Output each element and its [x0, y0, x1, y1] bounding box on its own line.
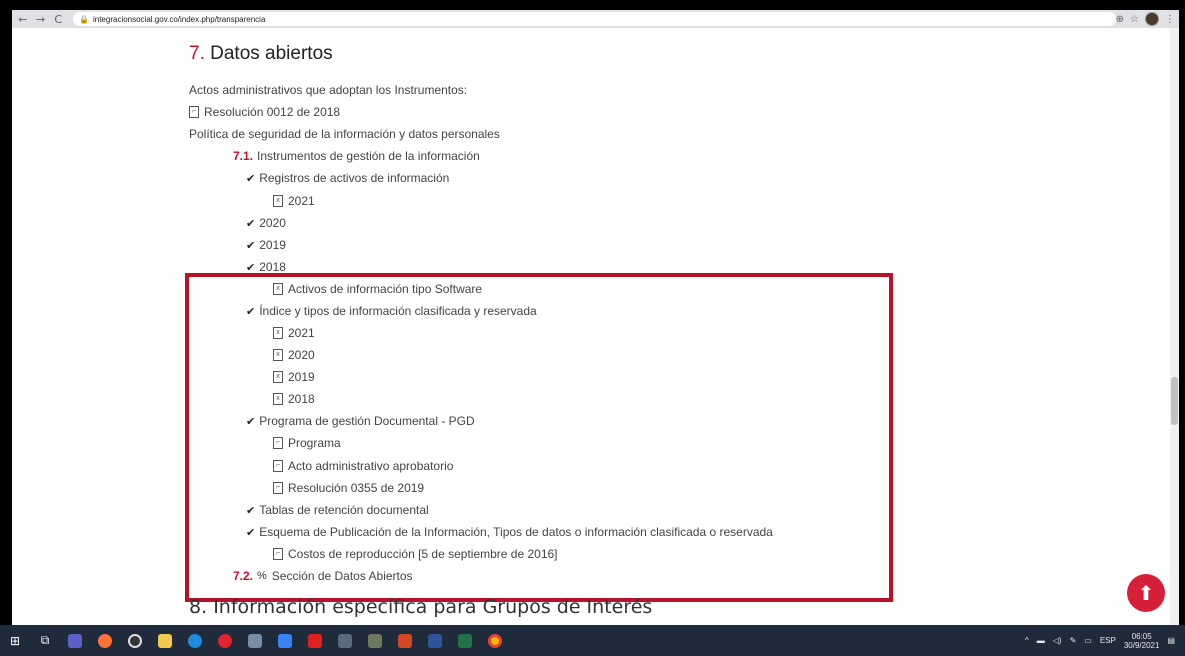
list-item[interactable]: ✔ 2020 [246, 216, 286, 230]
next-section-title: Información específica para Grupos de In… [213, 596, 653, 618]
arrow-up-icon: ⬆ [1137, 581, 1155, 605]
app-icon-word[interactable] [424, 633, 446, 649]
list-item[interactable]: ⌐ Resolución 0012 de 2018 [189, 105, 340, 119]
pdf-file-icon: ⌐ [189, 106, 199, 118]
list-item: Política de seguridad de la información … [189, 127, 500, 141]
app-icon-calc[interactable] [334, 633, 356, 649]
highlight-box [185, 273, 893, 602]
display-icon[interactable]: ▭ [1084, 636, 1092, 645]
next-section-number: 8. [189, 596, 208, 618]
list-item[interactable]: ✔ Registros de activos de información [246, 171, 449, 185]
toolbar-actions: ⊕ ☆ ⋮ [1116, 12, 1175, 26]
app-icon-excel[interactable] [454, 633, 476, 649]
list-item[interactable]: ✔ 2018 [246, 260, 286, 274]
url-text: integracionsocial.gov.co/index.php/trans… [92, 14, 266, 24]
list-item[interactable]: ✔ 2019 [246, 238, 286, 252]
list-item[interactable]: x 2021 [273, 194, 315, 208]
list-item-label: Actos administrativos que adoptan los In… [189, 83, 468, 97]
star-icon[interactable]: ☆ [1130, 14, 1139, 25]
browser-toolbar: ← → C 🔒 integracionsocial.gov.co/index.p… [12, 10, 1179, 28]
app-icon-obs[interactable] [124, 633, 146, 649]
profile-icon[interactable] [1145, 12, 1160, 26]
volume-icon[interactable]: ◁) [1053, 636, 1062, 645]
network-icon[interactable]: ▬ [1037, 636, 1045, 645]
check-icon: ✔ [246, 261, 256, 274]
address-bar[interactable]: 🔒 integracionsocial.gov.co/index.php/tra… [73, 12, 1116, 26]
chevron-up-icon[interactable]: ^ [1025, 636, 1029, 645]
list-item-label: Instrumentos de gestión de la informació… [257, 149, 480, 163]
app-icon-edge[interactable] [184, 633, 206, 649]
list-item-label: 2019 [259, 238, 286, 252]
scroll-to-top-button[interactable]: ⬆ [1127, 574, 1165, 612]
app-icon-opera[interactable] [214, 633, 236, 649]
app-icon-chat[interactable] [274, 633, 296, 649]
list-item: 7.1. Instrumentos de gestión de la inform… [233, 149, 480, 163]
system-tray: ^ ▬ ◁) ✎ ▭ ESP 06:05 30/9/2021 ▤ [1025, 632, 1175, 650]
notifications-icon[interactable]: ▤ [1167, 636, 1175, 645]
pen-icon[interactable]: ✎ [1070, 636, 1077, 645]
list-item-label: Resolución 0012 de 2018 [204, 105, 341, 119]
app-icon-acrobat[interactable] [304, 633, 326, 649]
reload-icon[interactable]: C [51, 12, 65, 26]
task-view-icon[interactable]: ⧉ [34, 633, 56, 649]
scrollbar[interactable] [1170, 28, 1179, 625]
screen: ← → C 🔒 integracionsocial.gov.co/index.p… [0, 0, 1185, 656]
list-item-label: Registros de activos de información [259, 171, 450, 185]
subsection-number: 7.1. [233, 149, 254, 163]
check-icon: ✔ [246, 217, 256, 230]
check-icon: ✔ [246, 172, 256, 185]
clock-date: 30/9/2021 [1123, 640, 1160, 650]
app-icon-chrome[interactable] [484, 633, 506, 649]
windows-taskbar: ⊞ ⧉ ^ ▬ ◁) ✎ ▭ ESP 06:05 30/9/2021 ▤ [0, 625, 1185, 656]
list-item: Actos administrativos que adoptan los In… [189, 83, 467, 97]
lock-icon: 🔒 [79, 14, 89, 24]
back-arrow-icon[interactable]: ← [16, 12, 30, 26]
app-icon-tool[interactable] [364, 633, 386, 649]
list-item-label: Política de seguridad de la información … [189, 127, 500, 141]
list-item-label: 2018 [259, 260, 286, 274]
list-item-label: 2021 [288, 194, 315, 208]
next-section-heading: 8. Información específica para Grupos de… [189, 596, 652, 618]
clock-time: 06:05 [1131, 631, 1152, 641]
list-item-label: 2020 [259, 216, 286, 230]
windows-start-icon[interactable]: ⊞ [4, 633, 26, 649]
scrollbar-thumb[interactable] [1171, 377, 1178, 425]
section-number: 7. [189, 43, 205, 64]
check-icon: ✔ [246, 239, 256, 252]
page-viewport: 7. Datos abiertos Actos administrativos … [12, 28, 1179, 625]
language-indicator[interactable]: ESP [1100, 636, 1116, 645]
zoom-icon[interactable]: ⊕ [1116, 14, 1124, 25]
excel-file-icon: x [273, 195, 283, 207]
app-icon-powerpoint[interactable] [394, 633, 416, 649]
menu-icon[interactable]: ⋮ [1165, 14, 1175, 25]
app-icon-files[interactable] [154, 633, 176, 649]
section-heading: 7. Datos abiertos [189, 43, 333, 65]
forward-arrow-icon[interactable]: → [34, 12, 48, 26]
app-icon-app[interactable] [244, 633, 266, 649]
clock[interactable]: 06:05 30/9/2021 [1124, 632, 1160, 650]
app-icon-firefox[interactable] [94, 633, 116, 649]
app-icon-teams[interactable] [64, 633, 86, 649]
section-title: Datos abiertos [210, 43, 333, 64]
